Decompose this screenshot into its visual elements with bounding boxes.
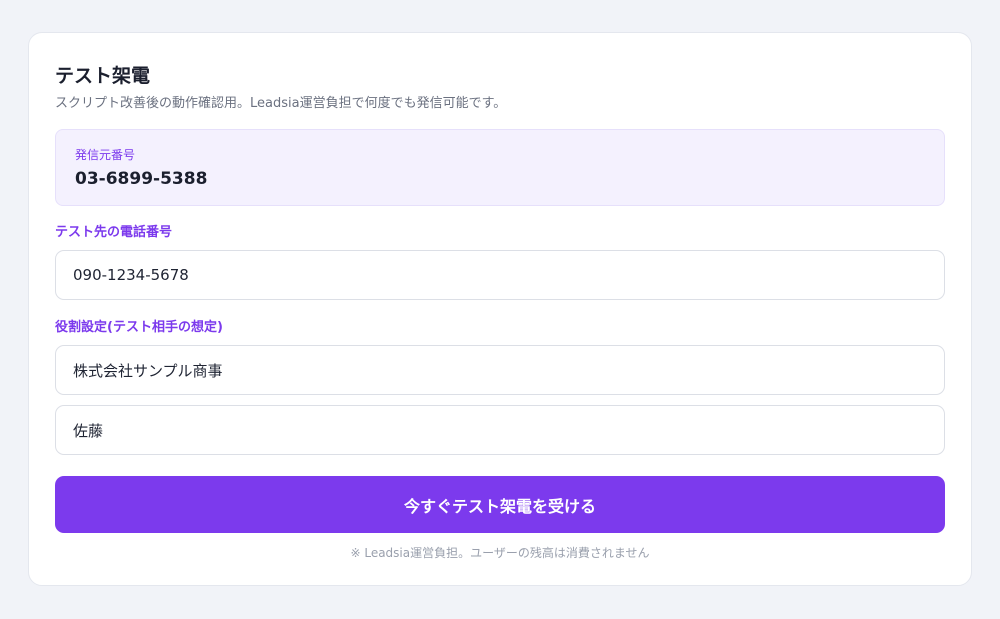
start-test-call-button[interactable]: 今すぐテスト架電を受ける: [55, 476, 945, 533]
caller-number-value: 03-6899-5388: [75, 169, 208, 189]
caller-number-panel: 発信元番号 03-6899-5388: [55, 129, 945, 206]
person-name-input[interactable]: [55, 405, 945, 455]
caller-number-label: 発信元番号: [75, 148, 136, 162]
role-settings-label: 役割設定(テスト相手の想定): [55, 320, 223, 335]
card-subtitle: スクリプト改善後の動作確認用。Leadsia運営負担で何度でも発信可能です。: [55, 96, 507, 111]
test-number-input[interactable]: [55, 250, 945, 300]
card-title: テスト架電: [55, 65, 151, 87]
test-number-label: テスト先の電話番号: [55, 225, 173, 240]
test-call-card: テスト架電 スクリプト改善後の動作確認用。Leadsia運営負担で何度でも発信可…: [28, 32, 972, 586]
cost-footnote: ※ Leadsia運営負担。ユーザーの残高は消費されません: [350, 546, 650, 560]
company-name-input[interactable]: [55, 345, 945, 395]
